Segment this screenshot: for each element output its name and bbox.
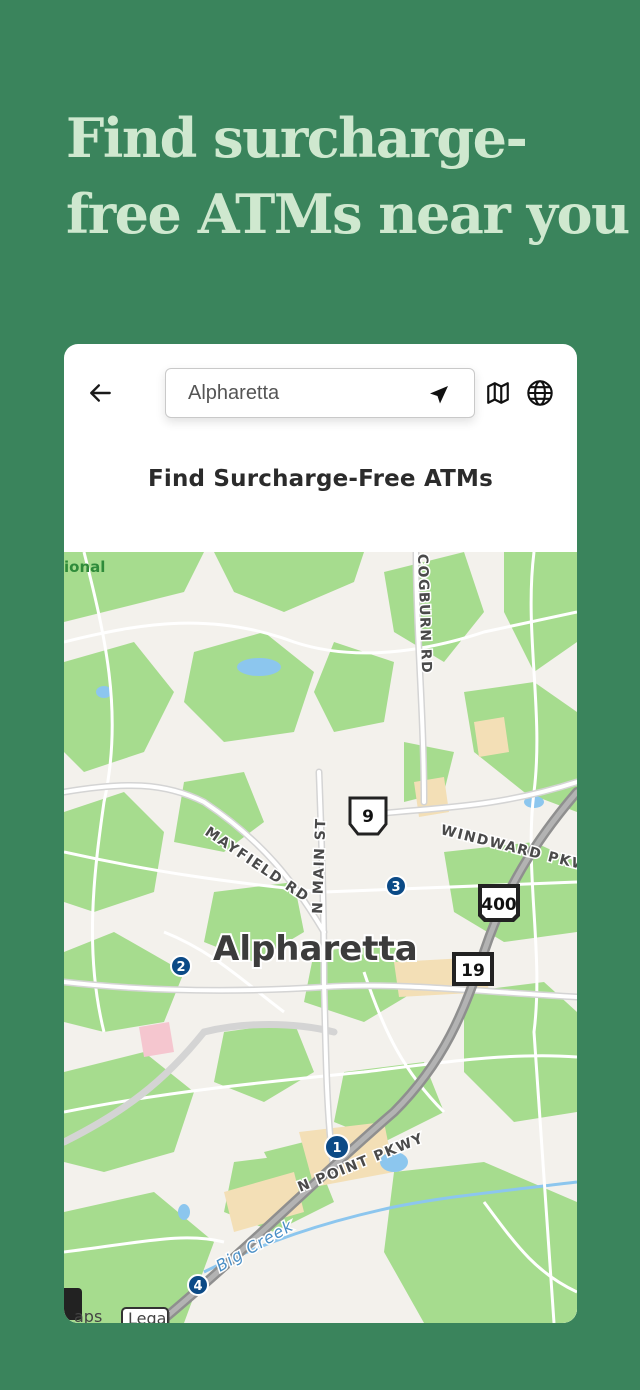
location-arrow-icon [430, 386, 448, 404]
atm-finder-card: Find Surcharge-Free ATMs [64, 344, 577, 1323]
svg-text:400: 400 [481, 895, 517, 915]
headline-line-2: free ATMs near you [66, 182, 630, 246]
svg-text:19: 19 [461, 961, 485, 981]
road-label-main: N MAIN ST [310, 817, 329, 914]
back-button[interactable] [86, 378, 116, 408]
map-canvas[interactable]: ional COGBURN RD MAYFIELD RD N MAIN ST W… [64, 552, 577, 1323]
svg-text:Legal: Legal [128, 1309, 171, 1323]
shield-i400: 400 [478, 884, 520, 922]
city-label: Alpharetta [213, 929, 418, 969]
search-input[interactable] [188, 381, 408, 405]
svg-text:4: 4 [193, 1279, 202, 1294]
map-view-button[interactable] [483, 378, 513, 408]
card-title: Find Surcharge-Free ATMs [147, 466, 494, 492]
promo-headline: Find surcharge- free ATMs near you [66, 100, 630, 252]
map-icon [487, 382, 509, 404]
headline-line-1: Find surcharge- [66, 106, 528, 170]
svg-text:1: 1 [332, 1141, 341, 1156]
svg-text:9: 9 [362, 807, 374, 827]
locate-me-button[interactable] [426, 382, 452, 408]
shield-sr9: 9 [348, 796, 388, 836]
globe-icon [527, 380, 553, 406]
atm-pin-3[interactable]: 3 [385, 875, 407, 897]
language-button[interactable] [525, 378, 555, 408]
atm-pin-2[interactable]: 2 [170, 955, 192, 977]
svg-text:3: 3 [391, 880, 400, 895]
svg-text:2: 2 [176, 960, 185, 975]
hospital-area [139, 1022, 174, 1057]
search-field[interactable] [165, 368, 475, 418]
atm-pin-1[interactable]: 1 [324, 1134, 350, 1160]
legal-link[interactable]: Legal [121, 1307, 171, 1323]
shield-us19: 19 [452, 952, 494, 986]
map-attribution: aps [74, 1307, 102, 1323]
arrow-left-icon [90, 384, 111, 402]
map-view[interactable]: ional COGBURN RD MAYFIELD RD N MAIN ST W… [64, 552, 577, 1323]
park-label: ional [64, 558, 105, 576]
atm-pin-4[interactable]: 4 [187, 1274, 209, 1296]
